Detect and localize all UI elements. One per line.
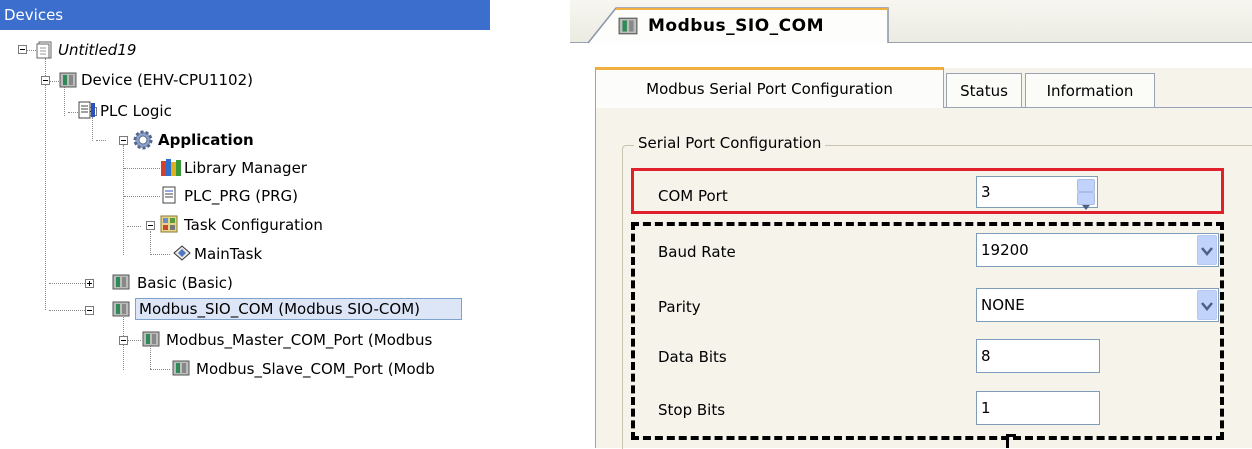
tree-item-plc-prg[interactable]: PLC_PRG (PRG) — [184, 185, 298, 207]
com-port-value: 3 — [981, 183, 991, 201]
config-panel: Modbus_SIO_COM Modbus Serial Port Config… — [570, 0, 1252, 449]
stop-bits-field[interactable]: 1 — [976, 391, 1100, 425]
com-port-label: COM Port — [658, 187, 728, 205]
tree-item-library-manager[interactable]: Library Manager — [184, 157, 307, 179]
collapse-untitled19[interactable] — [18, 45, 27, 54]
chevron-down-icon — [1201, 247, 1213, 256]
document-tab-title: Modbus_SIO_COM — [648, 16, 825, 36]
stop-bits-label: Stop Bits — [658, 401, 726, 419]
spin-down-button[interactable] — [1077, 192, 1095, 210]
device-icon — [59, 72, 77, 88]
com-port-spinner[interactable]: 3 — [976, 176, 1098, 210]
baud-rate-dropdown-button[interactable] — [1197, 235, 1217, 265]
plc-logic-icon — [78, 101, 95, 119]
project-icon — [36, 41, 52, 59]
tab-label: Information — [1046, 82, 1134, 100]
collapse-device[interactable] — [41, 76, 50, 85]
expand-basic[interactable] — [85, 279, 94, 288]
task-icon — [173, 245, 191, 261]
tab-label: Modbus Serial Port Configuration — [646, 80, 893, 98]
data-bits-label: Data Bits — [658, 348, 727, 366]
module-icon — [618, 17, 638, 35]
module-icon — [172, 360, 190, 376]
tab-label: Status — [960, 82, 1008, 100]
application-gear-icon — [133, 130, 153, 150]
parity-value: NONE — [981, 296, 1025, 314]
tree-item-untitled19[interactable]: Untitled19 — [58, 39, 136, 61]
module-icon — [112, 274, 130, 290]
tree-item-modbus-master-com-port[interactable]: Modbus_Master_COM_Port (Modbus — [166, 329, 432, 351]
parity-dropdown-button[interactable] — [1197, 290, 1217, 320]
collapse-task-configuration[interactable] — [146, 221, 155, 230]
tab-modbus-serial-port-configuration[interactable]: Modbus Serial Port Configuration — [595, 67, 944, 108]
parity-label: Parity — [658, 298, 701, 316]
tree-item-application[interactable]: Application — [158, 129, 254, 151]
tab-status[interactable]: Status — [946, 73, 1022, 107]
document-icon — [162, 186, 176, 204]
tab-information[interactable]: Information — [1025, 73, 1155, 107]
tree-item-basic[interactable]: Basic (Basic) — [137, 272, 233, 294]
data-bits-value: 8 — [981, 347, 991, 365]
tree-item-task-configuration[interactable]: Task Configuration — [184, 214, 323, 236]
devices-panel: Devices Untitled19 Device (EHV-CPU1102) — [0, 0, 500, 448]
chevron-down-icon — [1082, 205, 1090, 210]
tree-item-modbus-sio-com[interactable]: Modbus_SIO_COM (Modbus SIO-COM) — [135, 298, 462, 320]
document-tab[interactable]: Modbus_SIO_COM — [618, 10, 824, 42]
spin-up-button[interactable] — [1077, 179, 1095, 197]
library-books-icon — [161, 159, 181, 176]
module-icon — [142, 331, 160, 347]
collapse-application[interactable] — [119, 136, 128, 145]
collapse-modbus-sio-com[interactable] — [85, 306, 94, 315]
tree-item-modbus-slave-com-port[interactable]: Modbus_Slave_COM_Port (Modb — [196, 358, 435, 380]
baud-rate-value: 19200 — [981, 241, 1029, 259]
data-bits-field[interactable]: 8 — [976, 339, 1100, 373]
tree-item-maintask[interactable]: MainTask — [194, 243, 262, 265]
chevron-down-icon — [1201, 302, 1213, 311]
pointer-line — [1006, 434, 1016, 448]
tree-item-plc-logic[interactable]: PLC Logic — [100, 100, 172, 122]
parity-select[interactable]: NONE — [976, 288, 1219, 322]
baud-rate-label: Baud Rate — [658, 243, 736, 261]
stop-bits-value: 1 — [981, 399, 991, 417]
baud-rate-select[interactable]: 19200 — [976, 233, 1219, 267]
module-icon — [112, 301, 130, 317]
task-config-icon — [160, 215, 178, 233]
collapse-modbus-master[interactable] — [119, 336, 128, 345]
devices-header: Devices — [0, 0, 490, 30]
group-title: Serial Port Configuration — [634, 134, 826, 152]
tree-item-device[interactable]: Device (EHV-CPU1102) — [81, 69, 253, 91]
